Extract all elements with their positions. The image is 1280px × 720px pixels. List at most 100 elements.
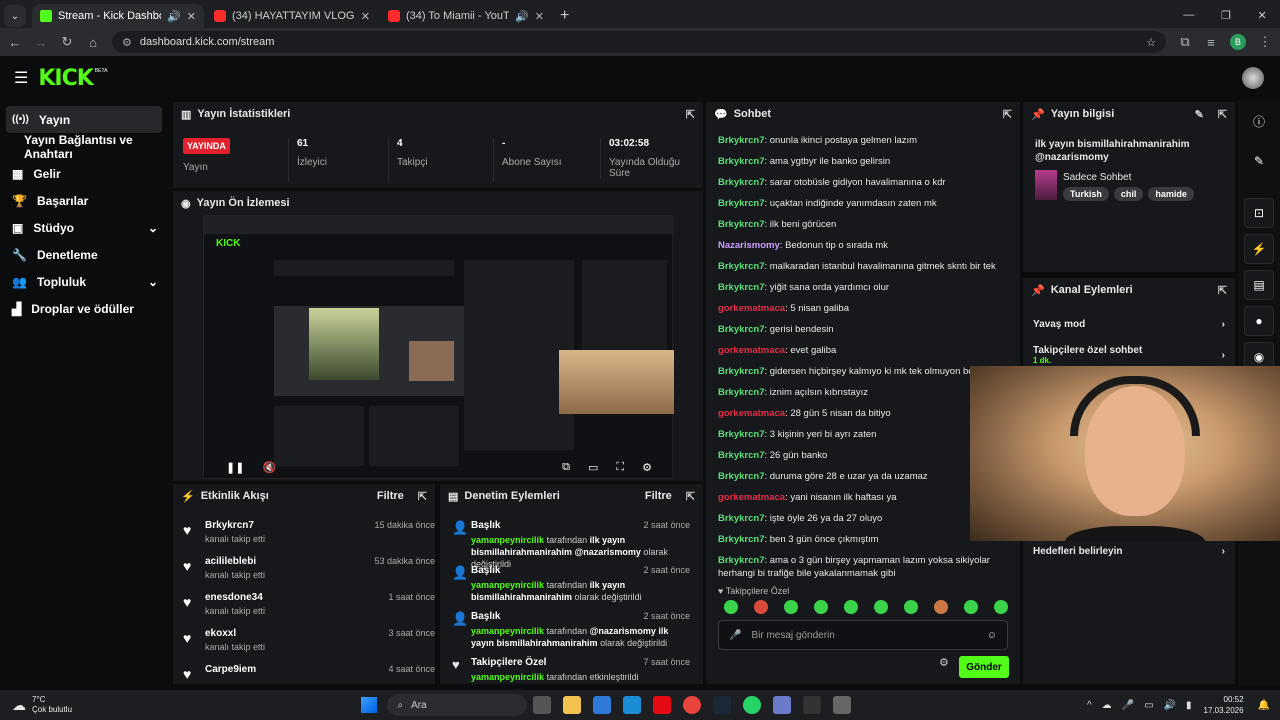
chat-username[interactable]: Brkykrcn7	[718, 450, 764, 461]
info-icon[interactable]: ⓘ	[1244, 106, 1274, 136]
chat-username[interactable]: gorkematmaca	[718, 303, 785, 314]
address-bar[interactable]: ⚙ dashboard.kick.com/stream ☆	[112, 31, 1166, 53]
reload-icon[interactable]: ↻	[60, 34, 74, 50]
chat-username[interactable]: Brkykrcn7	[718, 429, 764, 440]
filter-button[interactable]: Filtre	[377, 490, 404, 502]
tab-search-button[interactable]: ⌄	[4, 5, 26, 27]
volume-icon[interactable]: 🔊	[1164, 700, 1176, 711]
popout-icon[interactable]: ⇱	[686, 490, 695, 503]
popout-icon[interactable]: ⇱	[1218, 284, 1227, 297]
tab-kick-dashboard[interactable]: Stream - Kick Dashboard 🔊 ✕	[32, 4, 204, 28]
copilot-icon[interactable]	[593, 696, 612, 714]
task-view-icon[interactable]	[533, 696, 552, 714]
chat-username[interactable]: Brkykrcn7	[718, 219, 764, 230]
user-avatar[interactable]	[1242, 67, 1264, 89]
file-explorer-icon[interactable]	[563, 696, 582, 714]
chat-settings-icon[interactable]: ⚙	[939, 656, 949, 669]
chat-username[interactable]: Brkykrcn7	[718, 177, 764, 188]
pause-icon[interactable]: ❚❚	[226, 461, 244, 474]
reading-list-icon[interactable]: ≡	[1204, 35, 1218, 50]
chat-username[interactable]: Brkykrcn7	[718, 156, 764, 167]
notification-bell-icon[interactable]: 🔔	[1258, 700, 1270, 711]
chat-username[interactable]: Brkykrcn7	[718, 471, 764, 482]
followers-only-action[interactable]: Takipçilere özel sohbet 1 dk. ›	[1023, 342, 1235, 368]
chat-username[interactable]: gorkematmaca	[718, 492, 785, 503]
sidebar-item-yayin[interactable]: ((•)) Yayın	[6, 106, 162, 133]
sidebar-item-basarilar[interactable]: 🏆 Başarılar	[0, 187, 170, 214]
home-icon[interactable]: ⌂	[86, 35, 100, 50]
chat-username[interactable]: Brkykrcn7	[718, 387, 764, 398]
filter-button[interactable]: Filtre	[645, 490, 672, 502]
emote-icon[interactable]	[784, 600, 798, 614]
tray-chevron-icon[interactable]: ^	[1087, 700, 1092, 711]
slow-mode-action[interactable]: Yavaş mod ›	[1023, 312, 1235, 336]
taskbar-search[interactable]: ⌕ Ara	[387, 694, 528, 716]
steam-icon[interactable]	[713, 696, 732, 714]
pencil-icon[interactable]: ✎	[1244, 146, 1274, 176]
mute-icon[interactable]: 🔇	[262, 461, 276, 474]
weather-widget[interactable]: ☁ 7°C Çok bulutlu	[12, 695, 132, 715]
mic-icon[interactable]: 🎤	[729, 630, 741, 641]
back-icon[interactable]: ←	[8, 35, 22, 50]
emote-icon[interactable]	[874, 600, 888, 614]
emote-icon[interactable]	[724, 600, 738, 614]
fullscreen-icon[interactable]: ⛶	[616, 461, 624, 474]
sidebar-item-denetleme[interactable]: 🔧 Denetleme	[0, 241, 170, 268]
emote-icon[interactable]	[964, 600, 978, 614]
sidebar-item-gelir[interactable]: ▦ Gelir	[0, 160, 170, 187]
chat-username[interactable]: gorkematmaca	[718, 345, 785, 356]
site-info-icon[interactable]: ⚙	[122, 36, 132, 49]
sidebar-item-stream-key[interactable]: Yayın Bağlantısı ve Anahtarı	[0, 133, 170, 161]
sidebar-item-droplar[interactable]: ▟ Droplar ve ödüller	[0, 295, 170, 322]
maximize-icon[interactable]: ❐	[1221, 9, 1231, 22]
popout-icon[interactable]: ⇱	[418, 490, 427, 503]
clock[interactable]: 00:52 17.03.2026	[1204, 694, 1244, 716]
extensions-icon[interactable]: ⧉	[1178, 34, 1192, 50]
app-icon[interactable]	[833, 696, 852, 714]
goals-action[interactable]: Hedefleri belirleyin ›	[1023, 539, 1235, 563]
battery-icon[interactable]: ▮	[1186, 700, 1192, 711]
popout-icon[interactable]: ⇱	[1218, 108, 1227, 121]
chat-username[interactable]: Brkykrcn7	[718, 366, 764, 377]
chat-username[interactable]: gorkematmaca	[718, 408, 785, 419]
mod-user[interactable]: yamanpeynircilik	[471, 580, 544, 590]
sidebar-item-studyo[interactable]: ▣ Stüdyo ⌄	[0, 214, 170, 241]
settings-gear-icon[interactable]: ⚙	[642, 461, 652, 474]
hamburger-menu-icon[interactable]: ☰	[14, 68, 28, 88]
close-tab-icon[interactable]: ✕	[535, 10, 544, 23]
send-button[interactable]: Gönder	[959, 656, 1009, 678]
chat-username[interactable]: Brkykrcn7	[718, 324, 764, 335]
lightning-icon[interactable]: ⚡	[1244, 234, 1274, 264]
chat-icon[interactable]: ●	[1244, 306, 1274, 336]
tab-youtube-vlog[interactable]: (34) HAYATTAYIM VLOG - YouTu ✕	[206, 4, 378, 28]
forward-icon[interactable]: →	[34, 35, 48, 50]
chat-username[interactable]: Brkykrcn7	[718, 261, 764, 272]
browser-menu-icon[interactable]: ⋮	[1258, 34, 1272, 50]
display-icon[interactable]: ▭	[1144, 700, 1153, 711]
close-tab-icon[interactable]: ✕	[187, 10, 196, 23]
settings-app-icon[interactable]	[773, 696, 792, 714]
emote-icon[interactable]	[904, 600, 918, 614]
emote-icon[interactable]	[754, 600, 768, 614]
chat-username[interactable]: Brkykrcn7	[718, 135, 764, 146]
chat-username[interactable]: Brkykrcn7	[718, 282, 764, 293]
popout-icon[interactable]: ⇱	[686, 108, 695, 121]
new-tab-button[interactable]: +	[560, 7, 569, 25]
chat-username[interactable]: Nazarismomy	[718, 240, 780, 251]
profile-avatar[interactable]: B	[1230, 34, 1246, 50]
obs-icon[interactable]	[803, 696, 822, 714]
chat-username[interactable]: Brkykrcn7	[718, 534, 764, 545]
whatsapp-icon[interactable]	[743, 696, 762, 714]
network-icon[interactable]: ☁	[1102, 700, 1112, 711]
close-window-icon[interactable]: ✕	[1257, 9, 1266, 22]
bookmark-star-icon[interactable]: ☆	[1146, 36, 1156, 49]
sidebar-item-topluluk[interactable]: 👥 Topluluk ⌄	[0, 268, 170, 295]
close-tab-icon[interactable]: ✕	[361, 10, 370, 23]
chrome-icon[interactable]	[683, 696, 702, 714]
mic-tray-icon[interactable]: 🎤	[1122, 700, 1134, 711]
chat-username[interactable]: Brkykrcn7	[718, 198, 764, 209]
windows-start-icon[interactable]	[361, 697, 378, 713]
pip-icon[interactable]: ⧉	[562, 461, 570, 474]
popout-icon[interactable]: ⇱	[1003, 108, 1012, 121]
minimize-icon[interactable]: —	[1183, 9, 1194, 22]
